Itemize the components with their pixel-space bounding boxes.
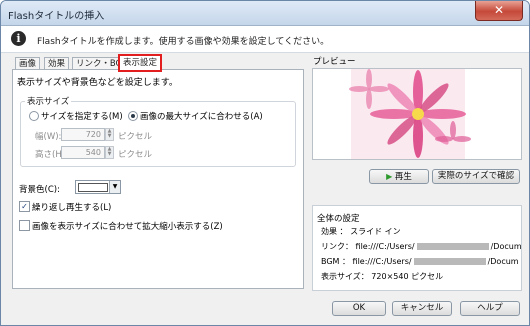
redacted-username (413, 258, 486, 265)
close-button[interactable]: ✕ (475, 1, 523, 21)
window-title: Flashタイトルの挿入 (8, 11, 105, 22)
play-button[interactable]: ▶ 再生 (369, 169, 429, 184)
height-unit: ピクセル (118, 150, 153, 160)
height-value: 540 (85, 148, 101, 157)
preview-pane (312, 68, 522, 160)
width-value: 720 (85, 130, 101, 139)
panel-description: 表示サイズや背景色などを設定します。 (17, 78, 178, 88)
summary-display-size: 表示サイズ： 720×540 ピクセル (321, 272, 444, 281)
display-settings-panel: 表示サイズや背景色などを設定します。 表示サイズ サイズを指定する(M) 画像の… (12, 69, 304, 289)
play-button-label: 再生 (394, 172, 412, 182)
preview-image (349, 69, 471, 159)
radio-specify-size-label[interactable]: サイズを指定する(M) (41, 110, 123, 122)
size-group-label: 表示サイズ (25, 95, 72, 107)
summary-bgm-prefix: BGM ： file:///C:/Users/ (321, 257, 412, 266)
width-input: 720 (61, 128, 105, 141)
fit-checkbox[interactable] (19, 220, 30, 231)
redacted-username (416, 243, 489, 250)
fit-label[interactable]: 画像を表示サイズに合わせて拡大縮小表示する(Z) (32, 220, 223, 232)
repeat-label[interactable]: 繰り返し再生する(L) (32, 201, 111, 213)
bg-color-picker[interactable]: ▼ (75, 180, 121, 194)
help-button[interactable]: ヘルプ (460, 301, 520, 316)
dialog-window: Flashタイトルの挿入 ✕ i Flashタイトルを作成します。使用する画像や… (0, 0, 530, 326)
height-spinner: ▲ ▼ (105, 146, 114, 159)
summary-link-prefix: リンク： file:///C:/Users/ (321, 242, 415, 251)
summary-bgm-suffix: /Docum (487, 257, 519, 266)
title-bar[interactable]: Flashタイトルの挿入 ✕ (1, 1, 529, 26)
close-icon: ✕ (493, 3, 505, 17)
info-text: Flashタイトルを作成します。使用する画像や効果を設定してください。 (37, 37, 330, 47)
radio-max-image-size[interactable] (128, 111, 138, 121)
actual-size-button[interactable]: 実際のサイズで確認 (432, 169, 520, 184)
width-spinner: ▲ ▼ (105, 128, 114, 141)
width-unit: ピクセル (118, 132, 153, 142)
info-icon: i (11, 31, 26, 46)
summary-effect: 効果 ： スライド イン (321, 227, 401, 236)
check-icon: ✓ (21, 202, 28, 211)
bg-color-swatch (78, 183, 108, 192)
width-label: 幅(W): (35, 132, 62, 142)
play-icon: ▶ (386, 172, 393, 181)
info-bar: i Flashタイトルを作成します。使用する画像や効果を設定してください。 (1, 26, 529, 53)
repeat-checkbox[interactable]: ✓ (19, 201, 30, 212)
radio-specify-size[interactable] (29, 111, 39, 121)
bg-color-label: 背景色(C): (19, 185, 60, 195)
cancel-button[interactable]: キャンセル (392, 301, 452, 316)
summary-link: リンク： file:///C:/Users/ /Docum (321, 241, 522, 252)
summary-label: 全体の設定 (315, 212, 362, 224)
tab-display-settings[interactable]: 表示設定 (118, 54, 163, 72)
height-input: 540 (61, 146, 105, 159)
preview-label: プレビュー (313, 57, 356, 67)
summary-bgm: BGM ： file:///C:/Users/ /Docum (321, 256, 519, 267)
summary-link-suffix: /Docum (490, 242, 522, 251)
radio-max-image-size-label[interactable]: 画像の最大サイズに合わせる(A) (140, 110, 263, 122)
ok-button[interactable]: OK (332, 301, 386, 316)
chevron-down-icon[interactable]: ▼ (109, 181, 120, 193)
